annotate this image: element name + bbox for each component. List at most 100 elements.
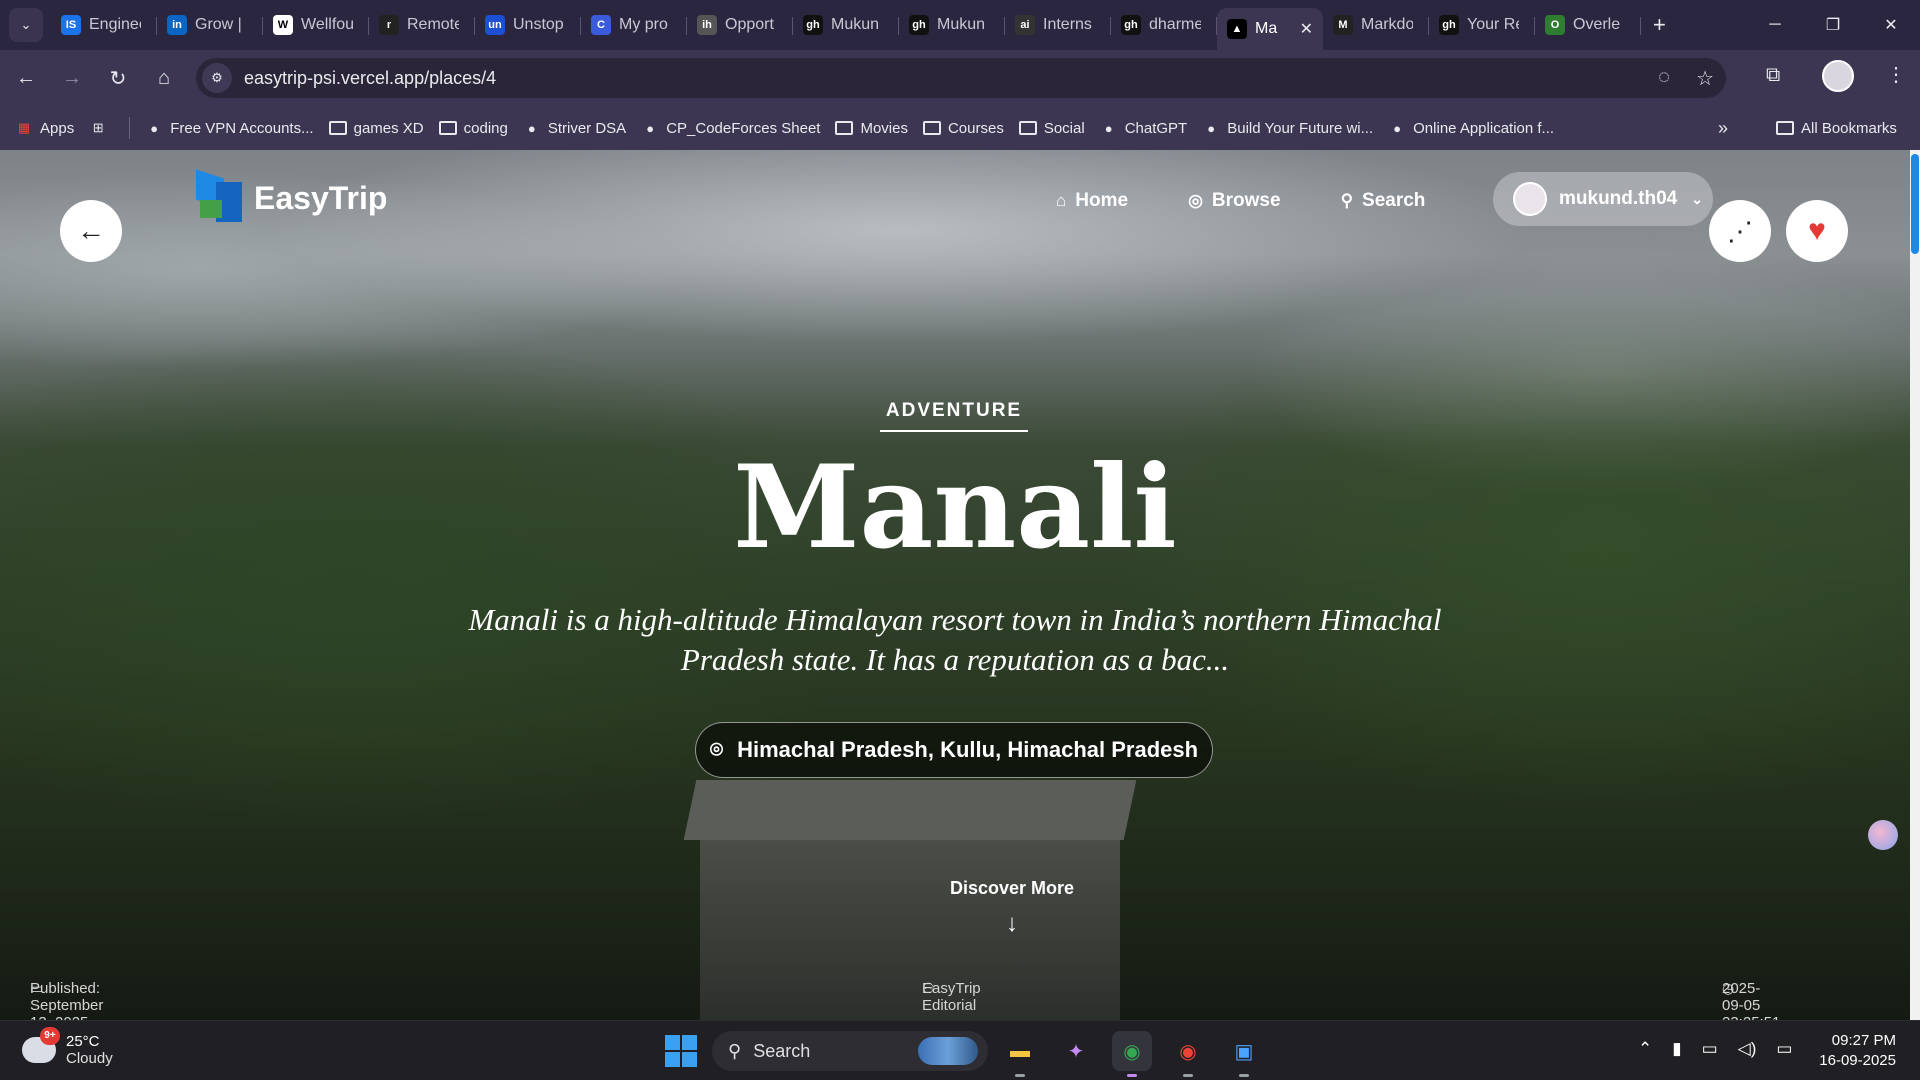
minimize-button[interactable]: ─ bbox=[1746, 0, 1804, 50]
share-button[interactable]: ⋰ bbox=[1709, 200, 1771, 262]
bookmark-item[interactable]: coding bbox=[438, 120, 508, 137]
apps-grid-icon: ▦ bbox=[17, 120, 31, 135]
close-tab-icon[interactable]: ✕ bbox=[1300, 19, 1313, 39]
brand-name: EasyTrip bbox=[254, 179, 388, 216]
browser-tab[interactable]: in Grow | bbox=[157, 7, 263, 43]
photos-icon[interactable]: ▣ bbox=[1224, 1031, 1264, 1077]
nav-home-label: Home bbox=[1075, 190, 1129, 211]
bookmark-item[interactable]: ● Striver DSA bbox=[523, 120, 626, 137]
volume-icon[interactable]: ◁) bbox=[1738, 1039, 1757, 1059]
reload-button[interactable]: ↻ bbox=[98, 58, 138, 98]
tab-favicon-icon: ai bbox=[1015, 15, 1035, 35]
nav-browse[interactable]: ◎ Browse bbox=[1188, 190, 1280, 212]
browser-tab[interactable]: C My pro bbox=[581, 7, 687, 43]
nav-home[interactable]: ⌂ Home bbox=[1056, 190, 1128, 212]
taskbar-search[interactable]: ⚲ Search bbox=[712, 1031, 988, 1071]
bookmark-favicon-icon: ● bbox=[150, 120, 159, 136]
new-tab-button[interactable]: + bbox=[1653, 12, 1666, 38]
forward-nav-button[interactable]: → bbox=[52, 58, 92, 98]
bookmark-item[interactable]: ● Online Application f... bbox=[1388, 120, 1554, 137]
assistant-bubble-icon[interactable] bbox=[1868, 820, 1898, 850]
omnibox[interactable]: ⚙ easytrip-psi.vercel.app/places/4 ◌ ☆ bbox=[196, 58, 1726, 98]
tab-title: My pro bbox=[619, 16, 668, 33]
discover-more-link[interactable]: Discover More bbox=[900, 878, 1124, 899]
user-menu[interactable]: mukund.th04 ⌄ bbox=[1493, 172, 1713, 226]
chevron-up-icon[interactable]: ⌃ bbox=[1638, 1039, 1652, 1059]
eye-off-icon[interactable]: ◌ bbox=[1658, 66, 1670, 91]
bookmark-item[interactable]: ● ChatGPT bbox=[1100, 119, 1188, 137]
extensions-icon[interactable]: ⧉ bbox=[1766, 64, 1780, 87]
nav-search[interactable]: ⚲ Search bbox=[1341, 190, 1426, 212]
tab-title: Overle bbox=[1573, 16, 1621, 33]
bookmark-item[interactable]: games XD bbox=[328, 120, 424, 137]
clock[interactable]: 09:27 PM 16-09-2025 bbox=[1810, 1031, 1896, 1071]
audio-meter-icon[interactable]: ▮ bbox=[1672, 1039, 1681, 1059]
favorite-button[interactable]: ♥ bbox=[1786, 200, 1848, 262]
windows-start-icon[interactable] bbox=[665, 1035, 697, 1067]
grid-icon: ⊞ bbox=[92, 120, 104, 135]
back-button[interactable]: ← bbox=[60, 200, 122, 262]
back-nav-button[interactable]: ← bbox=[6, 58, 46, 98]
battery-icon[interactable]: ▭ bbox=[1776, 1039, 1792, 1059]
file-explorer-icon[interactable]: ▬ bbox=[1000, 1031, 1040, 1077]
browser-tab[interactable]: r Remote bbox=[369, 7, 475, 43]
bookmark-item[interactable]: Courses bbox=[922, 120, 1004, 137]
browser-tab[interactable]: M Markdo bbox=[1323, 7, 1429, 43]
page-scrollbar[interactable] bbox=[1910, 150, 1920, 1020]
bookmark-label: Social bbox=[1043, 119, 1085, 137]
site-info-icon[interactable]: ⚙ bbox=[202, 63, 232, 93]
tab-favicon-icon: un bbox=[485, 15, 505, 35]
bookmark-label: Free VPN Accounts... bbox=[170, 119, 314, 137]
browser-tab[interactable]: O Overle bbox=[1535, 7, 1641, 43]
restore-button[interactable]: ❐ bbox=[1804, 0, 1862, 50]
profile-avatar[interactable] bbox=[1822, 60, 1854, 92]
weather-widget[interactable]: 9+ 25°C Cloudy bbox=[22, 1027, 113, 1067]
bookmark-item[interactable]: ● Free VPN Accounts... bbox=[145, 120, 313, 137]
bookmarks-overflow-icon[interactable]: » bbox=[1718, 118, 1728, 139]
tab-title: Mukun bbox=[937, 16, 986, 33]
all-bookmarks-label: All Bookmarks bbox=[1801, 119, 1897, 137]
all-bookmarks[interactable]: All Bookmarks bbox=[1776, 120, 1897, 137]
bookmark-label: ChatGPT bbox=[1124, 119, 1188, 137]
close-window-button[interactable]: ✕ bbox=[1862, 0, 1920, 50]
chrome-dev-icon[interactable]: ◉ bbox=[1168, 1031, 1208, 1077]
timestamp-text: 2025-09-05 23:25:51 bbox=[1722, 980, 1780, 1020]
browser-tab[interactable]: ▲ Ma ✕ bbox=[1217, 8, 1323, 50]
bookmark-label: Apps bbox=[40, 119, 75, 137]
cloud-icon: 9+ bbox=[22, 1027, 60, 1063]
browser-tab[interactable]: un Unstop bbox=[475, 7, 581, 43]
tab-groups-icon[interactable]: ⊞ bbox=[89, 120, 114, 136]
clock-time: 09:27 PM bbox=[1831, 1032, 1896, 1049]
location-pill[interactable]: ⌾ Himachal Pradesh, Kullu, Himachal Prad… bbox=[695, 722, 1213, 778]
tab-title: Your Re bbox=[1467, 16, 1519, 33]
bookmark-item[interactable]: Movies bbox=[835, 120, 908, 137]
network-icon[interactable]: ▭ bbox=[1702, 1039, 1718, 1059]
arrow-down-icon[interactable]: ↓ bbox=[1000, 910, 1024, 938]
scrollbar-thumb[interactable] bbox=[1911, 154, 1919, 254]
chrome-profile-icon[interactable]: ◉ bbox=[1112, 1031, 1152, 1077]
tab-favicon-icon: gh bbox=[1439, 15, 1459, 35]
tab-search-button[interactable]: ⌄ bbox=[9, 8, 43, 42]
home-nav-button[interactable]: ⌂ bbox=[144, 58, 184, 98]
browser-tab[interactable]: IS Enginee bbox=[51, 7, 157, 43]
browser-tab[interactable]: gh dharme bbox=[1111, 7, 1217, 43]
bookmark-item[interactable]: Social bbox=[1018, 119, 1085, 137]
browser-tab[interactable]: ai Interns bbox=[1005, 7, 1111, 43]
url-text[interactable]: easytrip-psi.vercel.app/places/4 bbox=[244, 68, 496, 89]
browser-menu-icon[interactable]: ⋮ bbox=[1886, 62, 1906, 87]
bookmark-item[interactable]: ● CP_CodeForces Sheet bbox=[641, 120, 820, 137]
copilot-icon[interactable]: ✦ bbox=[1056, 1031, 1096, 1071]
tab-title: Markdo bbox=[1361, 16, 1413, 33]
bookmark-apps[interactable]: ▦ Apps bbox=[15, 120, 74, 137]
bookmark-label: CP_CodeForces Sheet bbox=[666, 119, 821, 137]
bookmark-star-icon[interactable]: ☆ bbox=[1696, 66, 1714, 91]
browser-tab[interactable]: W Wellfou bbox=[263, 7, 369, 43]
browser-tab[interactable]: ih Opport bbox=[687, 7, 793, 43]
browser-tab[interactable]: gh Mukun bbox=[793, 7, 899, 43]
bookmark-item[interactable]: ● Build Your Future wi... bbox=[1202, 120, 1373, 137]
browser-tab[interactable]: gh Mukun bbox=[899, 7, 1005, 43]
browser-tab[interactable]: gh Your Re bbox=[1429, 7, 1535, 43]
folder-icon bbox=[835, 121, 854, 135]
tab-title: Wellfou bbox=[301, 16, 353, 33]
brand-logo[interactable]: EasyTrip bbox=[196, 169, 388, 222]
